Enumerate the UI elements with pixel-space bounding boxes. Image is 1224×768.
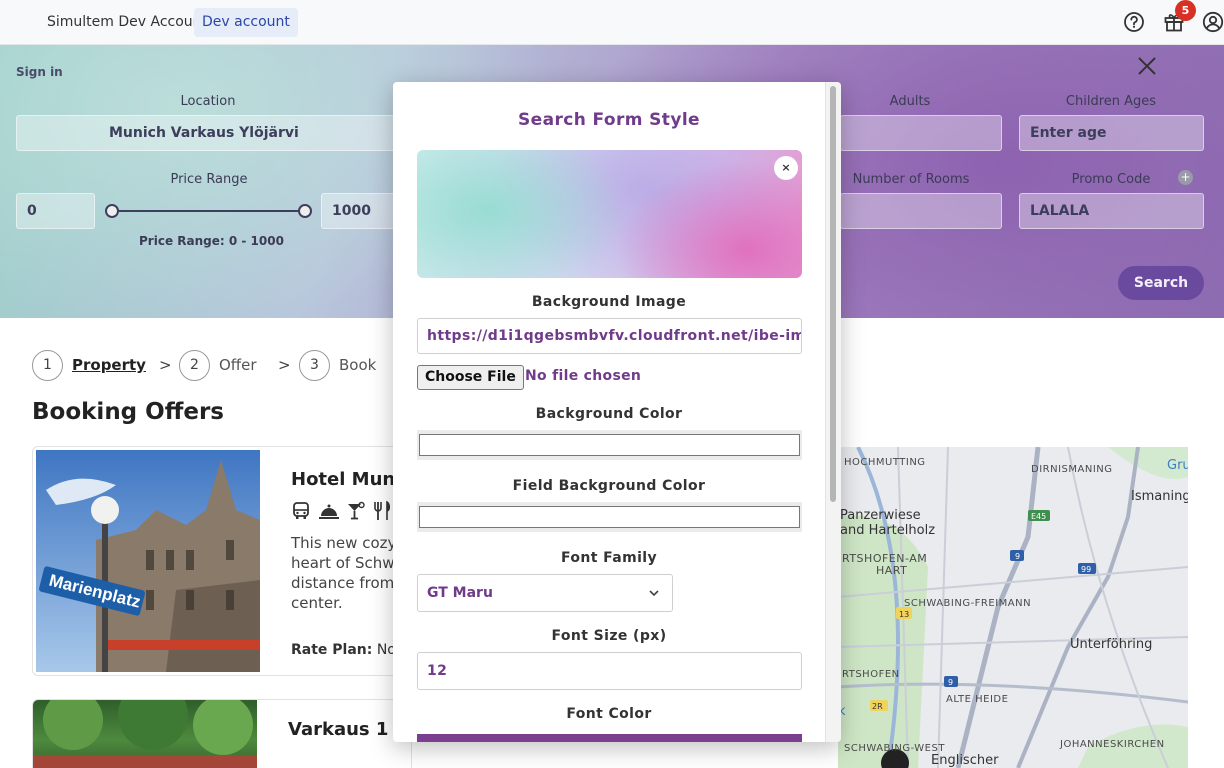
background-color-swatch[interactable] — [419, 434, 800, 456]
rate-plan-label: Rate Plan: — [291, 642, 373, 658]
step-book-label[interactable]: Book — [339, 356, 376, 374]
price-range-text: Price Range: 0 - 1000 — [139, 234, 284, 248]
rooms-label: Number of Rooms — [852, 172, 970, 187]
price-slider-min-handle[interactable] — [105, 204, 119, 218]
map-label: Unterföhring — [1070, 637, 1153, 652]
account-chip[interactable]: Dev account — [194, 8, 298, 37]
price-min-input[interactable]: 0 — [16, 193, 95, 229]
map-shield: 13 — [899, 610, 909, 619]
user-icon[interactable] — [1202, 11, 1224, 33]
map-label: SCHWABING-FREIMANN — [904, 598, 1032, 609]
font-color-picker[interactable] — [417, 734, 802, 742]
field-background-color-swatch[interactable] — [419, 506, 800, 528]
bar-icon — [348, 501, 365, 520]
rooms-input[interactable] — [840, 193, 1002, 229]
map-label: Gru — [1167, 458, 1188, 473]
map-label: HOCHMUTTING — [844, 457, 926, 468]
map-label: ALTE HEIDE — [946, 694, 1009, 705]
font-size-input[interactable]: 12 — [417, 652, 802, 690]
booking-offers-title: Booking Offers — [32, 399, 224, 425]
step-3-circle: 3 — [299, 350, 330, 381]
children-ages-label: Children Ages — [1065, 94, 1157, 109]
font-family-select[interactable]: GT Maru — [417, 574, 673, 612]
background-image-url-input[interactable]: https://d1i1qgebsmbvfv.cloudfront.net/ib… — [417, 318, 802, 354]
background-image-label: Background Image — [531, 294, 687, 310]
offer-title[interactable]: Varkaus 1 — [288, 719, 388, 740]
close-icon[interactable] — [1136, 55, 1158, 77]
map-label: Panzerwiese — [840, 508, 921, 523]
adults-input[interactable] — [840, 115, 1002, 151]
modal-scrollbar-thumb[interactable] — [830, 86, 836, 502]
modal-title: Search Form Style — [518, 110, 700, 130]
map-shield: 2R — [872, 702, 883, 711]
map-label: RTSHOFEN — [842, 669, 900, 680]
step-1-circle: 1 — [32, 350, 63, 381]
price-max-input[interactable]: 1000 — [321, 193, 396, 229]
location-label: Location — [180, 94, 236, 109]
remove-image-button[interactable]: × — [774, 156, 798, 180]
map-shield: 99 — [1081, 565, 1091, 574]
font-family-value: GT Maru — [427, 585, 493, 601]
account-name: Simultem Dev Account — [47, 14, 208, 30]
map-label: and Hartelholz — [840, 523, 936, 538]
map-label: JOHANNESKIRCHEN — [1060, 739, 1165, 750]
step-offer-label[interactable]: Offer — [219, 356, 257, 374]
offer-description: This new cozy heart of Schw distance fro… — [291, 534, 397, 612]
step-2-circle: 2 — [179, 350, 210, 381]
children-ages-input[interactable]: Enter age — [1019, 115, 1204, 151]
top-bar: Simultem Dev Account Dev account 5 — [0, 0, 1224, 45]
promo-code-input[interactable]: LALALA — [1019, 193, 1204, 229]
background-color-label: Background Color — [535, 406, 683, 422]
choose-file-button[interactable]: Choose File — [417, 365, 524, 390]
field-background-color-picker[interactable] — [417, 502, 802, 532]
price-range-label: Price Range — [170, 172, 248, 187]
font-color-label: Font Color — [566, 706, 652, 722]
hotel-image — [33, 700, 257, 768]
background-image-preview — [417, 150, 802, 278]
map-label: DIRNISMANING — [1031, 464, 1113, 475]
adults-label: Adults — [889, 94, 931, 109]
search-form-style-modal: Search Form Style × Background Image htt… — [393, 82, 841, 742]
help-icon[interactable] — [1123, 11, 1145, 33]
restaurant-icon — [374, 501, 391, 520]
no-file-chosen-text: No file chosen — [525, 368, 642, 384]
chevron-down-icon — [649, 590, 659, 597]
step-property-label[interactable]: Property — [72, 356, 146, 374]
map-label: Ismaning — [1131, 489, 1188, 504]
price-slider-max-handle[interactable] — [298, 204, 312, 218]
step-separator: > — [159, 356, 172, 374]
price-slider-track[interactable] — [112, 210, 305, 212]
step-separator: > — [278, 356, 291, 374]
sign-in-link[interactable]: Sign in — [16, 65, 63, 79]
search-button[interactable]: Search — [1118, 266, 1204, 300]
rate-plan: Rate Plan: Non — [291, 642, 405, 658]
map[interactable]: E45 9 99 13 9 2R HOCHMUTTING DIRNISMANIN… — [838, 447, 1188, 768]
map-shield: 9 — [1015, 552, 1020, 561]
field-background-color-label: Field Background Color — [512, 478, 706, 494]
font-size-label: Font Size (px) — [551, 628, 667, 644]
location-input[interactable]: Munich Varkaus Ylöjärvi — [16, 115, 396, 151]
bus-icon — [293, 502, 309, 519]
notification-badge: 5 — [1175, 0, 1196, 21]
map-label: Englischer — [931, 753, 999, 768]
background-color-picker[interactable] — [417, 430, 802, 460]
promo-code-label: Promo Code — [1071, 172, 1151, 187]
map-shield: E45 — [1031, 512, 1046, 521]
map-label: HART — [876, 564, 908, 577]
map-label: SCHWABING-WEST — [844, 743, 945, 754]
room-service-icon — [319, 504, 339, 519]
map-shield: 9 — [948, 678, 953, 687]
font-family-label: Font Family — [560, 550, 658, 566]
hotel-image: Marienplatz — [36, 450, 260, 672]
